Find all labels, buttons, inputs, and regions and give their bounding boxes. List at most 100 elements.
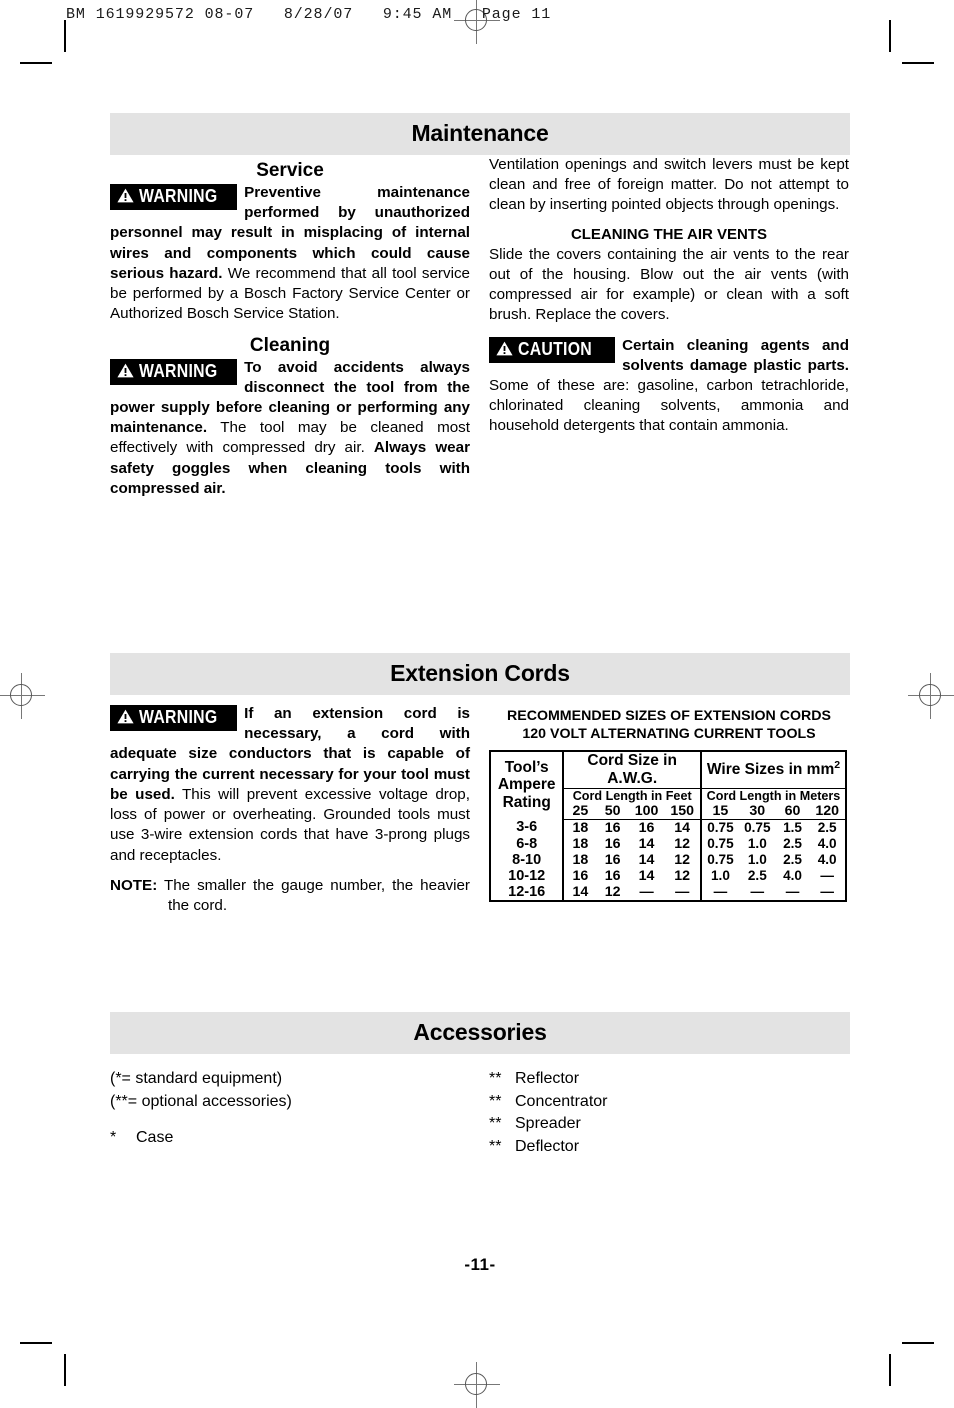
note-label: NOTE: (110, 876, 158, 894)
extension-cords-right-column: RECOMMENDED SIZES OF EXTENSION CORDS 120… (489, 704, 849, 916)
extension-cord-size-table: Tool’s Ampere Rating Cord Size in A.W.G.… (489, 749, 847, 902)
cord-length-meters-120: 120 (809, 802, 846, 820)
note-text: The smaller the gauge number, the heavie… (157, 876, 470, 914)
awg-value: 18 (562, 835, 597, 852)
cord-length-feet-150: 150 (664, 802, 701, 820)
registration-mark-circle (919, 684, 941, 706)
group-mm-superscript: 2 (834, 759, 841, 772)
mm-value: — (700, 883, 739, 901)
accessories-legend-standard: (*= standard equipment) (110, 1070, 283, 1087)
ventilation-paragraph: Ventilation openings and switch levers m… (489, 156, 849, 214)
awg-value: 16 (562, 867, 597, 884)
list-item: ** Deflector (489, 1136, 849, 1159)
crop-mark-bottom-left-vertical (64, 1354, 66, 1386)
mm-value: 2.5 (783, 836, 802, 851)
table-row: 12-16 14 12 — — — — — — (490, 883, 846, 901)
caution-rest-text: Some of these are: gasoline, carbon tetr… (489, 376, 849, 435)
mm-value: — (820, 884, 834, 899)
awg-value: 12 (604, 883, 621, 900)
extension-cords-left-column: WARNING If an extension cord is necessar… (110, 704, 470, 916)
maintenance-left-column: Service WARNING Preventive maintenance p… (110, 155, 470, 499)
mm-value: 0.75 (700, 851, 739, 868)
warning-badge-label: WARNING (139, 360, 218, 381)
accessory-label: Reflector (515, 1070, 580, 1087)
awg-value: 16 (604, 867, 621, 884)
awg-value: 16 (604, 835, 621, 852)
extension-cord-warning-paragraph: WARNING If an extension cord is necessar… (110, 704, 470, 866)
awg-value: 18 (562, 851, 597, 868)
crop-mark-top-left-vertical (64, 20, 66, 52)
crop-mark-top-right-vertical (889, 20, 891, 52)
cord-table-sub-meters: Cord Length in Meters (700, 788, 846, 803)
registration-mark-right-center (908, 673, 954, 719)
awg-value: — (639, 883, 654, 900)
warning-badge-label: WARNING (139, 186, 218, 206)
registration-mark-left-center (0, 673, 45, 719)
ampere-rating: 8-10 (512, 851, 542, 868)
cord-table-title-line2: 120 VOLT ALTERNATING CURRENT TOOLS (522, 725, 816, 742)
table-row: 6-8 18 16 14 12 0.75 1.0 2.5 4.0 (490, 835, 846, 852)
awg-value: 14 (638, 835, 655, 852)
cord-length-meters-15: 15 (700, 802, 739, 820)
extension-cords-columns: WARNING If an extension cord is necessar… (110, 704, 850, 916)
awg-value: 14 (674, 819, 691, 836)
accessories-section-title: Accessories (110, 1012, 850, 1054)
mm-value: 0.75 (700, 819, 739, 836)
accessory-label: Concentrator (515, 1092, 608, 1110)
crop-mark-bottom-left-horizontal (20, 1342, 52, 1344)
accessory-marker: ** (489, 1070, 502, 1087)
extension-cords-section-title: Extension Cords (110, 653, 850, 695)
cord-table-group-mm: Wire Sizes in mm2 (700, 750, 846, 789)
awg-value: 12 (674, 851, 691, 868)
warning-triangle-icon (117, 709, 134, 727)
crop-mark-bottom-right-vertical (889, 1354, 891, 1386)
cord-table-body: Tool’s Ampere Rating Cord Size in A.W.G.… (490, 750, 846, 901)
crop-mark-bottom-right-horizontal (902, 1342, 934, 1344)
cord-length-feet-25: 25 (562, 802, 597, 820)
accessory-marker: ** (489, 1115, 502, 1133)
page-number: -11- (464, 1255, 496, 1274)
mm-value: 2.5 (817, 820, 837, 835)
accessory-label: Spreader (515, 1115, 581, 1133)
service-heading: Service (256, 160, 324, 181)
group-mm-label: Wire Sizes in mm (706, 761, 835, 779)
awg-value: 14 (638, 851, 655, 868)
cord-length-feet-50: 50 (596, 802, 629, 820)
cleaning-warning-paragraph: WARNING To avoid accidents always discon… (110, 358, 470, 500)
awg-value: 14 (562, 883, 597, 901)
list-item: ** Concentrator (489, 1091, 849, 1114)
list-item: * Case (110, 1127, 470, 1150)
awg-value: 14 (638, 867, 655, 884)
cord-table-sub-feet: Cord Length in Feet (562, 788, 701, 803)
caution-badge: CAUTION (489, 336, 616, 363)
table-row: 8-10 18 16 14 12 0.75 1.0 2.5 4.0 (490, 851, 846, 868)
accessories-spacer (110, 1113, 470, 1127)
mm-value: 1.0 (747, 836, 767, 851)
crop-mark-top-left-horizontal (20, 62, 52, 64)
mm-value: — (785, 884, 800, 899)
accessories-right-column: ** Reflector ** Concentrator ** Spreader **… (489, 1068, 849, 1159)
maintenance-section: Maintenance Service WARNING Preventive m… (110, 113, 850, 499)
table-row: 10-12 16 16 14 12 1.0 2.5 4.0 — (490, 867, 846, 884)
warning-badge: WARNING (110, 705, 238, 732)
cord-table-group-awg: Cord Size in A.W.G. (562, 750, 701, 789)
accessory-marker: ** (489, 1092, 502, 1110)
mm-value: 2.5 (783, 852, 802, 867)
cord-length-meters-60: 60 (775, 802, 810, 820)
awg-value: 12 (674, 867, 691, 884)
page-content: Maintenance Service WARNING Preventive m… (110, 0, 850, 1406)
accessory-label: Case (136, 1129, 174, 1147)
caution-badge-label: CAUTION (518, 338, 593, 359)
mm-value: 1.0 (700, 867, 739, 884)
caution-triangle-icon (496, 341, 513, 359)
table-row: 3-6 18 16 16 14 0.75 0.75 1.5 2.5 (490, 819, 846, 836)
crop-mark-top-right-horizontal (902, 62, 934, 64)
mm-value: 2.5 (747, 868, 767, 883)
ampere-rating: 12-16 (508, 883, 546, 900)
warning-badge: WARNING (110, 358, 238, 385)
cord-table-title: RECOMMENDED SIZES OF EXTENSION CORDS 120… (489, 708, 849, 744)
awg-value: 12 (674, 835, 691, 852)
list-item: ** Spreader (489, 1113, 849, 1136)
cord-table-title-line1: RECOMMENDED SIZES OF EXTENSION CORDS (507, 708, 831, 724)
mm-value: — (750, 884, 765, 899)
